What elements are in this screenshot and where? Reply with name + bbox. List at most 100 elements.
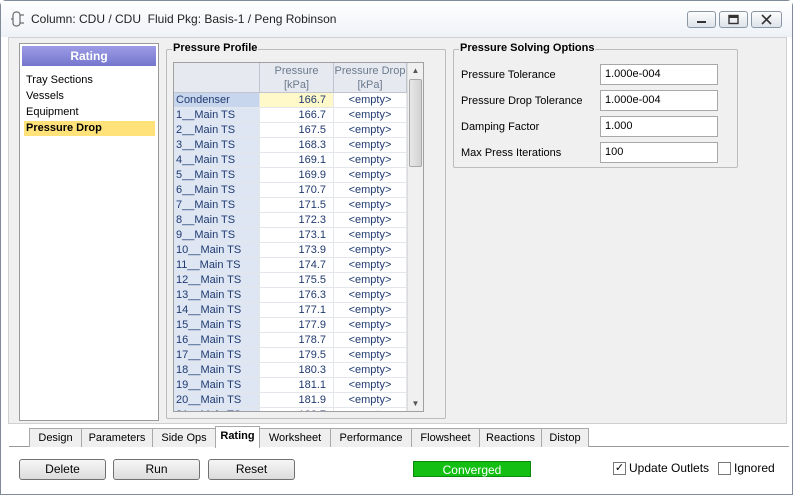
pressure-drop-cell[interactable]: <empty>: [334, 168, 407, 183]
pressure-drop-cell[interactable]: <empty>: [334, 93, 407, 108]
pressure-drop-cell[interactable]: <empty>: [334, 138, 407, 153]
pressure-drop-cell[interactable]: <empty>: [334, 348, 407, 363]
table-row[interactable]: 18__Main TS 180.3 <empty>: [174, 363, 407, 378]
pressure-drop-cell[interactable]: <empty>: [334, 213, 407, 228]
pressure-cell[interactable]: 179.5: [260, 348, 334, 363]
pressure-cell[interactable]: 173.9: [260, 243, 334, 258]
stage-name-cell[interactable]: Condenser: [174, 93, 260, 108]
stage-name-cell[interactable]: 7__Main TS: [174, 198, 260, 213]
option-input[interactable]: 100: [600, 142, 718, 163]
tab[interactable]: Performance: [330, 428, 412, 447]
tab[interactable]: Flowsheet: [411, 428, 480, 447]
pressure-drop-cell[interactable]: <empty>: [334, 393, 407, 408]
stage-name-cell[interactable]: 11__Main TS: [174, 258, 260, 273]
pressure-cell[interactable]: 171.5: [260, 198, 334, 213]
pressure-cell[interactable]: 166.7: [260, 93, 334, 108]
tab[interactable]: Distop: [541, 428, 589, 447]
table-row[interactable]: 5__Main TS 169.9 <empty>: [174, 168, 407, 183]
table-row[interactable]: 7__Main TS 171.5 <empty>: [174, 198, 407, 213]
update-outlets-checkbox[interactable]: ✓: [613, 462, 626, 475]
nav-item[interactable]: Equipment: [24, 105, 155, 120]
pressure-cell[interactable]: 180.3: [260, 363, 334, 378]
table-row[interactable]: 11__Main TS 174.7 <empty>: [174, 258, 407, 273]
pressure-cell[interactable]: 168.3: [260, 138, 334, 153]
pressure-cell[interactable]: 174.7: [260, 258, 334, 273]
stage-name-cell[interactable]: 20__Main TS: [174, 393, 260, 408]
pressure-drop-cell[interactable]: <empty>: [334, 333, 407, 348]
pressure-cell[interactable]: 177.9: [260, 318, 334, 333]
pressure-drop-cell[interactable]: <empty>: [334, 288, 407, 303]
table-row[interactable]: 17__Main TS 179.5 <empty>: [174, 348, 407, 363]
table-row[interactable]: Condenser 166.7 <empty>: [174, 93, 407, 108]
pressure-drop-cell[interactable]: <empty>: [334, 123, 407, 138]
pressure-cell[interactable]: 169.9: [260, 168, 334, 183]
option-input[interactable]: 1.000e-004: [600, 64, 718, 85]
table-row[interactable]: 15__Main TS 177.9 <empty>: [174, 318, 407, 333]
maximize-button[interactable]: [719, 11, 748, 28]
table-row[interactable]: 6__Main TS 170.7 <empty>: [174, 183, 407, 198]
stage-name-cell[interactable]: 9__Main TS: [174, 228, 260, 243]
pressure-drop-cell[interactable]: <empty>: [334, 153, 407, 168]
pressure-cell[interactable]: 170.7: [260, 183, 334, 198]
scroll-down-arrow-icon[interactable]: ▼: [408, 396, 423, 411]
tab[interactable]: Reactions: [479, 428, 542, 447]
stage-name-cell[interactable]: 12__Main TS: [174, 273, 260, 288]
pressure-drop-cell[interactable]: <empty>: [334, 258, 407, 273]
scroll-up-arrow-icon[interactable]: ▲: [408, 63, 423, 78]
pressure-cell[interactable]: 178.7: [260, 333, 334, 348]
option-input[interactable]: 1.000: [600, 116, 718, 137]
nav-item[interactable]: Pressure Drop: [24, 121, 155, 136]
pressure-drop-cell[interactable]: <empty>: [334, 108, 407, 123]
pressure-drop-cell[interactable]: <empty>: [334, 303, 407, 318]
table-row[interactable]: 12__Main TS 175.5 <empty>: [174, 273, 407, 288]
pressure-cell[interactable]: 172.3: [260, 213, 334, 228]
tab[interactable]: Rating: [215, 426, 260, 448]
stage-name-cell[interactable]: 17__Main TS: [174, 348, 260, 363]
title-bar[interactable]: Column: CDU / CDU Fluid Pkg: Basis-1 / P…: [1, 1, 792, 37]
stage-name-cell[interactable]: 13__Main TS: [174, 288, 260, 303]
table-row[interactable]: 4__Main TS 169.1 <empty>: [174, 153, 407, 168]
scrollbar-thumb[interactable]: [409, 79, 422, 167]
pressure-drop-cell[interactable]: <empty>: [334, 243, 407, 258]
ignored-checkbox[interactable]: [718, 462, 731, 475]
pressure-drop-cell[interactable]: <empty>: [334, 183, 407, 198]
tab[interactable]: Worksheet: [259, 428, 331, 447]
table-row[interactable]: 16__Main TS 178.7 <empty>: [174, 333, 407, 348]
stage-name-cell[interactable]: 3__Main TS: [174, 138, 260, 153]
option-input[interactable]: 1.000e-004: [600, 90, 718, 111]
stage-name-cell[interactable]: 19__Main TS: [174, 378, 260, 393]
pressure-drop-cell[interactable]: <empty>: [334, 408, 407, 411]
table-row[interactable]: 10__Main TS 173.9 <empty>: [174, 243, 407, 258]
pressure-cell[interactable]: 181.9: [260, 393, 334, 408]
pressure-cell[interactable]: 169.1: [260, 153, 334, 168]
pressure-cell[interactable]: 176.3: [260, 288, 334, 303]
table-row[interactable]: 14__Main TS 177.1 <empty>: [174, 303, 407, 318]
pressure-cell[interactable]: 182.7: [260, 408, 334, 411]
table-row[interactable]: 9__Main TS 173.1 <empty>: [174, 228, 407, 243]
table-row[interactable]: 13__Main TS 176.3 <empty>: [174, 288, 407, 303]
vertical-scrollbar[interactable]: ▲ ▼: [407, 63, 423, 411]
table-row[interactable]: 20__Main TS 181.9 <empty>: [174, 393, 407, 408]
stage-name-cell[interactable]: 16__Main TS: [174, 333, 260, 348]
pressure-column-header[interactable]: Pressure [kPa]: [260, 63, 334, 93]
stage-name-cell[interactable]: 21__Main TS: [174, 408, 260, 411]
pressure-drop-cell[interactable]: <empty>: [334, 363, 407, 378]
table-row[interactable]: 3__Main TS 168.3 <empty>: [174, 138, 407, 153]
tab[interactable]: Design: [29, 428, 82, 447]
stage-name-cell[interactable]: 15__Main TS: [174, 318, 260, 333]
delete-button[interactable]: Delete: [19, 459, 106, 480]
table-row[interactable]: 2__Main TS 167.5 <empty>: [174, 123, 407, 138]
stage-name-cell[interactable]: 14__Main TS: [174, 303, 260, 318]
stage-name-cell[interactable]: 18__Main TS: [174, 363, 260, 378]
pressure-drop-cell[interactable]: <empty>: [334, 228, 407, 243]
stage-name-cell[interactable]: 2__Main TS: [174, 123, 260, 138]
pressure-cell[interactable]: 173.1: [260, 228, 334, 243]
table-row[interactable]: 8__Main TS 172.3 <empty>: [174, 213, 407, 228]
table-row[interactable]: 21__Main TS182.7<empty>: [174, 408, 407, 411]
pressure-profile-grid[interactable]: Pressure [kPa] Pressure Drop [kPa] Conde…: [173, 62, 424, 412]
table-row[interactable]: 19__Main TS 181.1 <empty>: [174, 378, 407, 393]
pressure-drop-column-header[interactable]: Pressure Drop [kPa]: [334, 63, 407, 93]
pressure-drop-cell[interactable]: <empty>: [334, 378, 407, 393]
table-row[interactable]: 1__Main TS 166.7 <empty>: [174, 108, 407, 123]
pressure-cell[interactable]: 177.1: [260, 303, 334, 318]
